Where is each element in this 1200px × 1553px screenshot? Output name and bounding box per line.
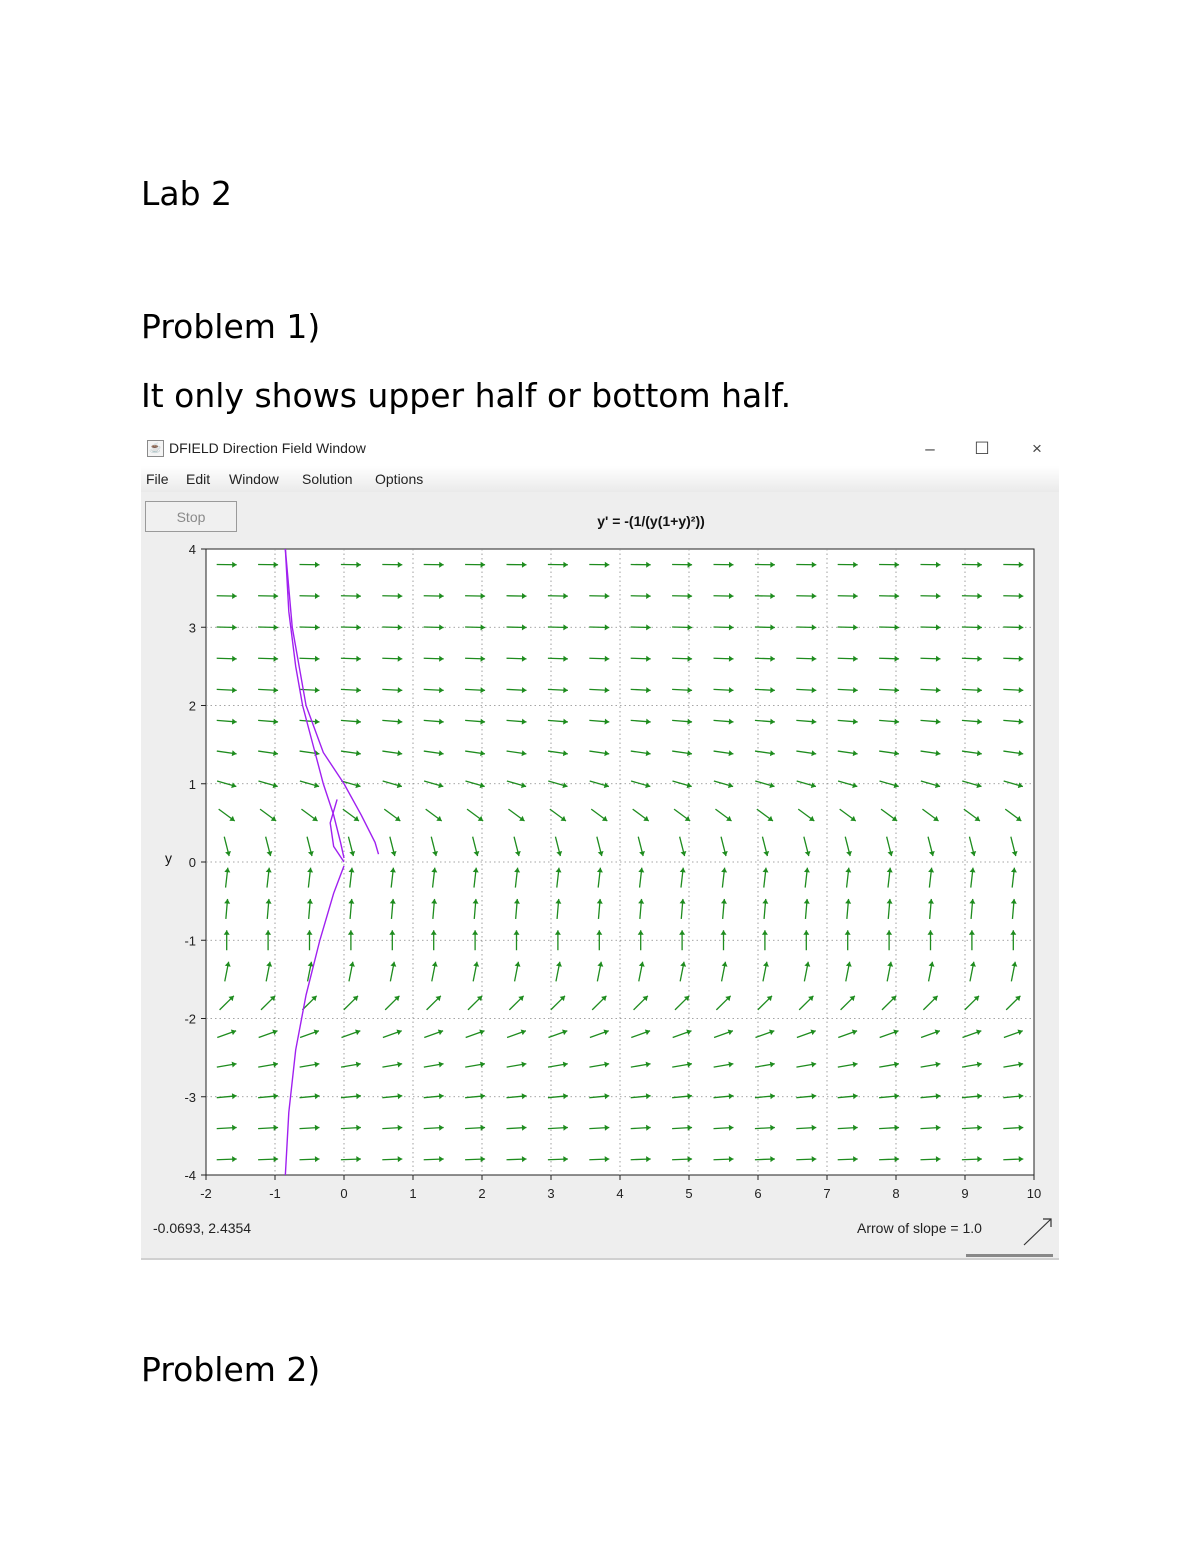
- dfield-window: ☕ DFIELD Direction Field Window – ☐ × Fi…: [141, 432, 1059, 1260]
- problem-1-text: It only shows upper half or bottom half.: [141, 376, 792, 415]
- x-tick-label: 5: [685, 1186, 692, 1201]
- arrow-slope-label: Arrow of slope = 1.0: [857, 1220, 982, 1236]
- x-tick-label: 10: [1027, 1186, 1041, 1201]
- status-underline: [966, 1254, 1053, 1257]
- x-tick-label: -2: [200, 1186, 212, 1201]
- y-tick-label: -1: [184, 933, 196, 948]
- close-button[interactable]: ×: [1022, 437, 1052, 461]
- y-tick-label: -4: [184, 1168, 196, 1183]
- x-tick-label: 8: [892, 1186, 899, 1201]
- problem-1-heading: Problem 1): [141, 307, 321, 346]
- x-tick-label: 0: [340, 1186, 347, 1201]
- x-tick-label: 9: [961, 1186, 968, 1201]
- java-app-icon: ☕: [147, 440, 164, 457]
- minimize-button[interactable]: –: [915, 437, 945, 461]
- menu-file[interactable]: File: [146, 471, 169, 487]
- y-tick-label: 0: [189, 855, 196, 870]
- menu-bar: File Edit Window Solution Options: [141, 466, 1059, 492]
- y-tick-label: 1: [189, 777, 196, 792]
- x-tick-label: -1: [269, 1186, 281, 1201]
- y-tick-label: 2: [189, 699, 196, 714]
- coordinate-readout: -0.0693, 2.4354: [153, 1220, 252, 1236]
- x-tick-label: 2: [478, 1186, 485, 1201]
- y-tick-label: 4: [189, 542, 196, 557]
- x-tick-label: 7: [823, 1186, 830, 1201]
- x-tick-label: 6: [754, 1186, 761, 1201]
- equation-label: y' = -(1/(y(1+y)²)): [597, 513, 705, 529]
- menu-window[interactable]: Window: [229, 471, 279, 487]
- y-tick-label: 3: [189, 620, 196, 635]
- document-title: Lab 2: [141, 174, 233, 213]
- problem-2-heading: Problem 2): [141, 1350, 321, 1389]
- x-tick-label: 1: [409, 1186, 416, 1201]
- menu-solution[interactable]: Solution: [302, 471, 353, 487]
- slope-arrow-icon: [1023, 1218, 1052, 1246]
- x-tick-label: 4: [616, 1186, 623, 1201]
- y-tick-label: -2: [184, 1012, 196, 1027]
- direction-field-plot[interactable]: y' = -(1/(y(1+y)²)) -2 -1 0 1 2 3 4 5 6 7 8 9 10-4-3…: [141, 492, 1059, 1214]
- window-titlebar: ☕ DFIELD Direction Field Window – ☐ ×: [141, 432, 1059, 466]
- window-title: DFIELD Direction Field Window: [169, 440, 366, 456]
- maximize-button[interactable]: ☐: [967, 437, 997, 461]
- menu-options[interactable]: Options: [375, 471, 423, 487]
- y-axis-label: y: [165, 850, 172, 866]
- y-tick-label: -3: [184, 1090, 196, 1105]
- menu-edit[interactable]: Edit: [186, 471, 210, 487]
- x-tick-label: 3: [547, 1186, 554, 1201]
